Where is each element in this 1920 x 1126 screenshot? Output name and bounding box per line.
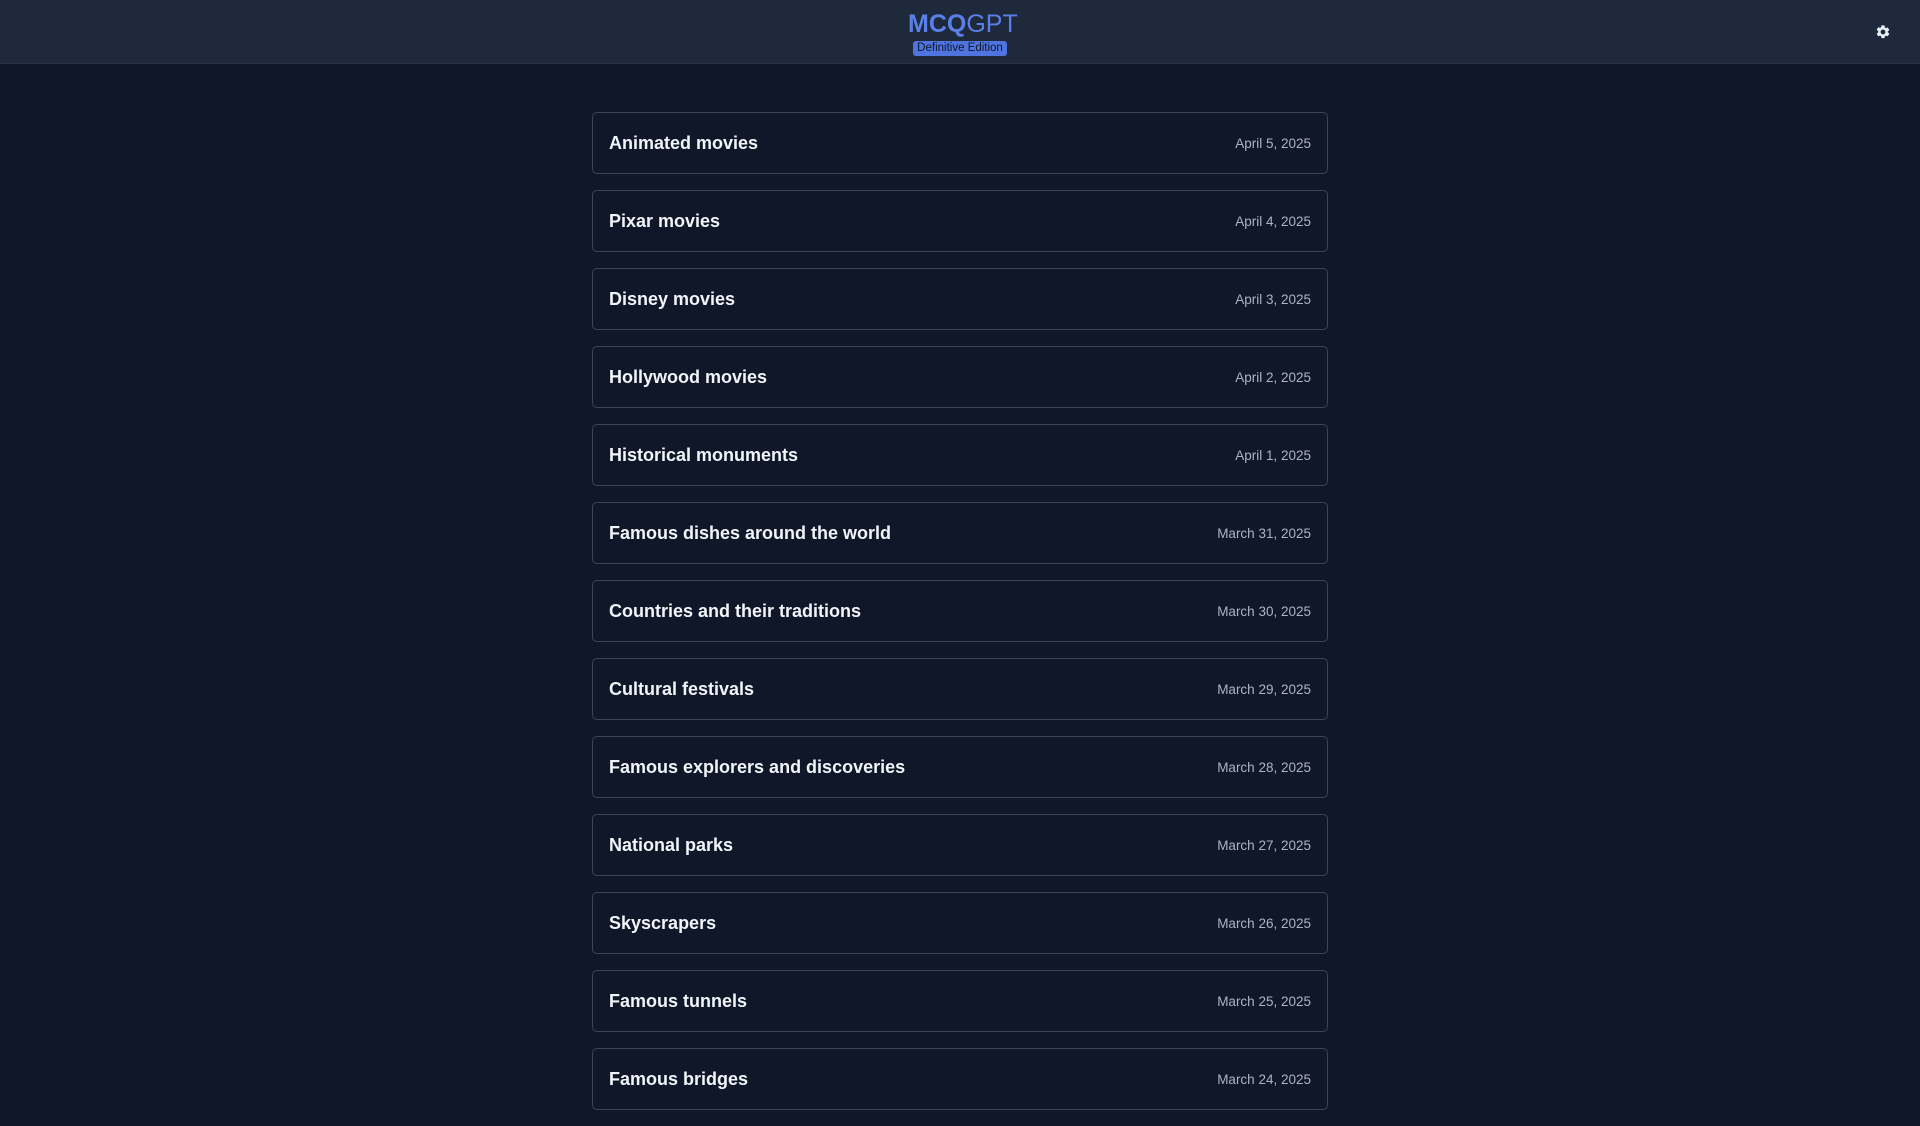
top-bar: MCQGPT Definitive Edition — [0, 0, 1920, 64]
quiz-date: April 3, 2025 — [1235, 291, 1311, 307]
settings-button[interactable] — [1872, 21, 1894, 43]
quiz-card[interactable]: Animated movies April 5, 2025 — [592, 112, 1328, 174]
quiz-title: Cultural festivals — [609, 678, 755, 699]
quiz-title: National parks — [609, 834, 734, 855]
quiz-card[interactable]: Famous tunnels March 25, 2025 — [592, 970, 1328, 1032]
quiz-title: Historical monuments — [609, 444, 799, 465]
quiz-card[interactable]: Pixar movies April 4, 2025 — [592, 190, 1328, 252]
quiz-title: Countries and their traditions — [609, 600, 862, 621]
quiz-title: Hollywood movies — [609, 366, 768, 387]
quiz-card[interactable]: National parks March 27, 2025 — [592, 814, 1328, 876]
quiz-date: March 24, 2025 — [1217, 1071, 1311, 1087]
quiz-date: March 28, 2025 — [1217, 759, 1311, 775]
brand-name-light: GPT — [966, 10, 1018, 38]
quiz-card[interactable]: Disney movies April 3, 2025 — [592, 268, 1328, 330]
quiz-date: April 2, 2025 — [1235, 369, 1311, 385]
quiz-title: Famous tunnels — [609, 990, 748, 1011]
quiz-title: Famous bridges — [609, 1068, 749, 1089]
quiz-title: Animated movies — [609, 132, 759, 153]
quiz-list: Animated movies April 5, 2025 Pixar movies… — [592, 112, 1328, 1126]
quiz-date: March 30, 2025 — [1217, 603, 1311, 619]
quiz-card[interactable]: Famous explorers and discoveries March 28… — [592, 736, 1328, 798]
quiz-card[interactable]: Skyscrapers March 26, 2025 — [592, 892, 1328, 954]
quiz-title: Pixar movies — [609, 210, 721, 231]
quiz-date: March 29, 2025 — [1217, 681, 1311, 697]
quiz-title: Skyscrapers — [609, 912, 717, 933]
quiz-card[interactable]: Cultural festivals March 29, 2025 — [592, 658, 1328, 720]
gear-icon — [1876, 25, 1890, 39]
quiz-title: Famous dishes around the world — [609, 522, 892, 543]
edition-badge: Definitive Edition — [913, 41, 1007, 56]
quiz-card[interactable]: Famous bridges March 24, 2025 — [592, 1048, 1328, 1110]
quiz-date: March 31, 2025 — [1217, 525, 1311, 541]
quiz-date: April 1, 2025 — [1235, 447, 1311, 463]
app-logo[interactable]: MCQGPT Definitive Edition — [908, 10, 1018, 56]
quiz-date: March 27, 2025 — [1217, 837, 1311, 853]
quiz-date: April 4, 2025 — [1235, 213, 1311, 229]
brand-name-bold: MCQ — [908, 10, 967, 38]
quiz-date: March 26, 2025 — [1217, 915, 1311, 931]
quiz-title: Disney movies — [609, 288, 736, 309]
quiz-card[interactable]: Famous dishes around the world March 31, … — [592, 502, 1328, 564]
quiz-title: Famous explorers and discoveries — [609, 756, 906, 777]
quiz-card[interactable]: Hollywood movies April 2, 2025 — [592, 346, 1328, 408]
quiz-card[interactable]: Countries and their traditions March 30, … — [592, 580, 1328, 642]
quiz-date: March 25, 2025 — [1217, 993, 1311, 1009]
brand-name: MCQGPT — [908, 10, 1018, 38]
quiz-date: April 5, 2025 — [1235, 135, 1311, 151]
quiz-card[interactable]: Historical monuments April 1, 2025 — [592, 424, 1328, 486]
